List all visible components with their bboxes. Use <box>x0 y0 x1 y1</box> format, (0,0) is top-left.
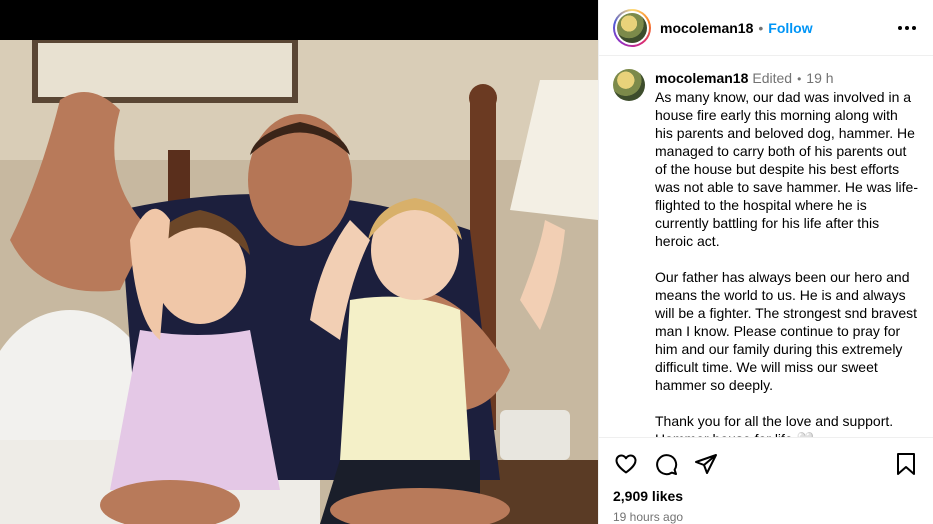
more-options-icon[interactable] <box>895 16 919 40</box>
post-timestamp[interactable]: 19 hours ago <box>613 510 919 524</box>
comment-icon[interactable] <box>653 451 679 477</box>
avatar <box>617 12 647 43</box>
caption-text: As many know, our dad was involved in a … <box>655 88 919 437</box>
story-ring[interactable] <box>613 8 651 47</box>
share-icon[interactable] <box>693 451 719 477</box>
caption: mocoleman18 Edited • 19 h As many know, … <box>613 69 919 437</box>
comments-scroll-area[interactable]: mocoleman18 Edited • 19 h As many know, … <box>599 57 933 437</box>
likes-count[interactable]: 2,909 likes <box>613 488 919 504</box>
family-photo <box>0 40 598 524</box>
heart-icon[interactable] <box>613 451 639 477</box>
header-separator: • <box>758 19 764 36</box>
bookmark-icon[interactable] <box>893 451 919 477</box>
post-panel: mocoleman18 • Follow mocoleman18 Edited … <box>598 0 933 524</box>
actions-area: 2,909 likes 19 hours ago <box>599 437 933 524</box>
action-bar <box>613 438 919 490</box>
post-photo[interactable] <box>0 40 598 524</box>
follow-button[interactable]: Follow <box>768 20 812 36</box>
edited-label: Edited <box>752 70 793 86</box>
post-header: mocoleman18 • Follow <box>599 0 933 56</box>
post-media <box>0 0 598 524</box>
caption-time[interactable]: 19 h <box>806 69 833 87</box>
caption-paragraph: Our father has always been our hero and … <box>655 269 917 393</box>
caption-separator: • <box>797 72 802 86</box>
caption-paragraph: As many know, our dad was involved in a … <box>655 89 919 249</box>
header-username[interactable]: mocoleman18 <box>660 20 753 36</box>
caption-paragraph: Thank you for all the love and support. … <box>655 413 894 437</box>
caption-username[interactable]: mocoleman18 <box>655 69 748 87</box>
caption-avatar[interactable] <box>613 69 645 101</box>
